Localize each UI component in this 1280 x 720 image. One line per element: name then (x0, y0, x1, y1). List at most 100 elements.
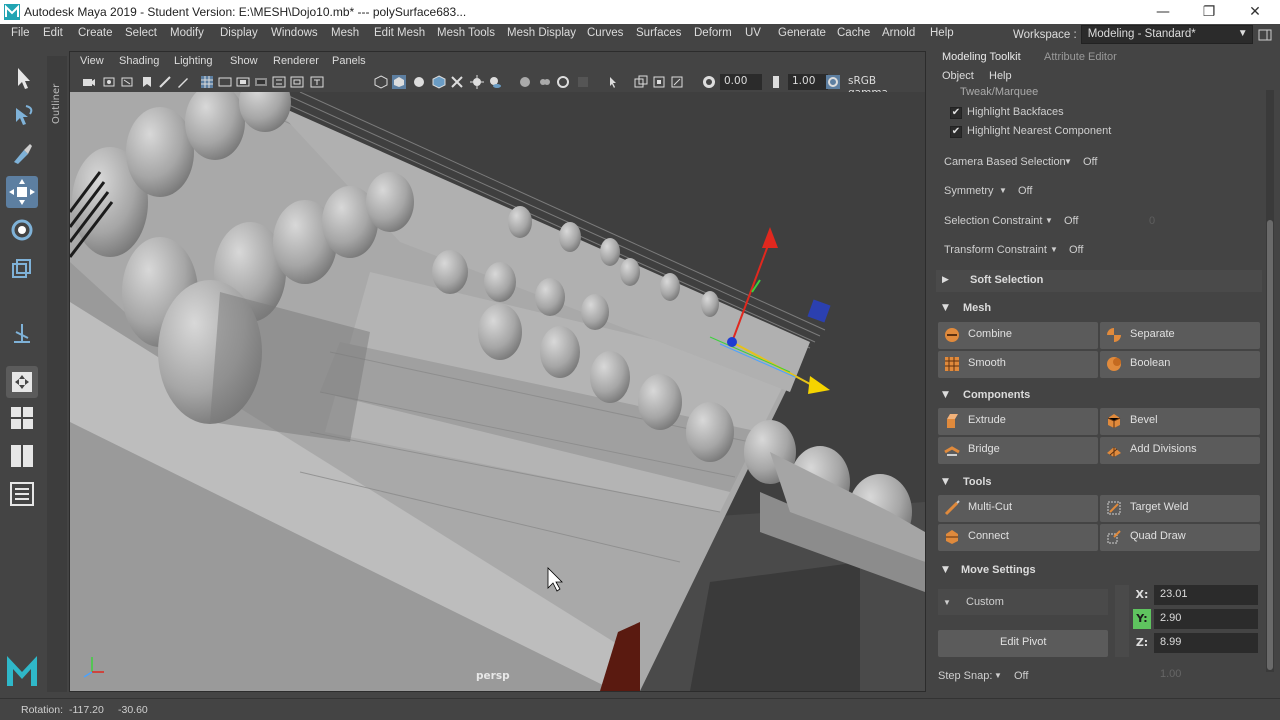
exposure-icon[interactable] (702, 75, 716, 89)
two-view-layout[interactable] (6, 440, 38, 472)
four-view-layout[interactable] (6, 402, 38, 434)
multi-cut-button[interactable]: Multi-Cut (938, 495, 1098, 522)
separate-button[interactable]: Separate (1100, 322, 1260, 349)
tools-section-header[interactable]: ▼ Tools (936, 472, 1262, 494)
move-settings-section-header[interactable]: ▼ Move Settings (936, 560, 1262, 582)
menu-deform[interactable]: Deform (694, 27, 732, 39)
vp-menu-shading[interactable]: Shading (119, 55, 159, 67)
add-divisions-button[interactable]: Add Divisions (1100, 437, 1260, 464)
combine-button[interactable]: Combine (938, 322, 1098, 349)
x-value-field[interactable]: 23.01 (1154, 585, 1258, 605)
panel-scrollbar[interactable] (1266, 90, 1274, 672)
bookmark-icon[interactable] (120, 75, 134, 89)
selection-constraint-label[interactable]: Selection Constraint (944, 215, 1042, 227)
safe-action-icon[interactable] (290, 75, 304, 89)
components-section-header[interactable]: ▼ Components (936, 385, 1262, 407)
highlight-nearest-checkbox[interactable]: ✔ (950, 126, 962, 138)
menu-windows[interactable]: Windows (271, 27, 318, 39)
select-tool[interactable] (6, 62, 38, 94)
single-view-layout[interactable] (6, 366, 38, 398)
soft-selection-header[interactable]: ▶ Soft Selection (936, 270, 1262, 292)
tab-modeling-toolkit[interactable]: Modeling Toolkit (942, 51, 1021, 63)
menu-modify[interactable]: Modify (170, 27, 204, 39)
default-material-icon[interactable] (412, 75, 426, 89)
paint-select-tool[interactable] (6, 138, 38, 170)
wireframe-icon[interactable] (374, 75, 388, 89)
camera-icon[interactable] (82, 75, 96, 89)
chevron-down-icon[interactable]: ▼ (1050, 245, 1058, 254)
color-management-icon[interactable] (826, 75, 840, 89)
viewport-scene[interactable] (70, 92, 925, 691)
tweak-marquee-label[interactable]: Tweak/Marquee (960, 86, 1038, 98)
target-weld-button[interactable]: Target Weld (1100, 495, 1260, 522)
mesh-section-header[interactable]: ▼ Mesh (936, 298, 1262, 320)
menu-generate[interactable]: Generate (778, 27, 826, 39)
vp-menu-panels[interactable]: Panels (332, 55, 366, 67)
gamma-icon[interactable] (772, 75, 786, 89)
z-value-field[interactable]: 8.99 (1154, 633, 1258, 653)
grease-pencil-icon[interactable] (176, 75, 190, 89)
shadows-icon[interactable] (488, 75, 502, 89)
chevron-down-icon[interactable]: ▼ (999, 186, 1007, 195)
bridge-button[interactable]: Bridge (938, 437, 1098, 464)
view-transform-field[interactable]: sRGB gamma (844, 74, 922, 99)
safe-title-icon[interactable] (310, 75, 324, 89)
menu-surfaces[interactable]: Surfaces (636, 27, 681, 39)
xray-active-icon[interactable] (652, 75, 666, 89)
workspace-selector[interactable]: Workspace : Modeling - Standard* ▼ (1013, 25, 1253, 44)
xray-joints-icon[interactable] (634, 75, 648, 89)
smooth-shade-icon[interactable] (392, 75, 406, 89)
gamma-field[interactable]: 1.00 (788, 74, 828, 90)
menu-mesh[interactable]: Mesh (331, 27, 359, 39)
menu-edit-mesh[interactable]: Edit Mesh (374, 27, 425, 39)
outliner-layout[interactable] (6, 478, 38, 510)
isolate-select-icon[interactable] (606, 75, 620, 89)
anti-aliasing-icon[interactable] (556, 75, 570, 89)
scale-tool[interactable] (6, 252, 38, 284)
vp-menu-view[interactable]: View (80, 55, 104, 67)
camera-2d-icon[interactable] (158, 75, 172, 89)
quad-draw-button[interactable]: Quad Draw (1100, 524, 1260, 551)
edit-pivot-button[interactable]: Edit Pivot (938, 630, 1108, 657)
menu-cache[interactable]: Cache (837, 27, 870, 39)
xray-icon[interactable] (450, 75, 464, 89)
resolution-gate-icon[interactable] (236, 75, 250, 89)
menu-arnold[interactable]: Arnold (882, 27, 915, 39)
screen-space-ao-icon[interactable] (518, 75, 532, 89)
film-gate-icon[interactable] (218, 75, 232, 89)
camera-attr-icon[interactable] (102, 75, 116, 89)
chevron-down-icon[interactable]: ▼ (1045, 216, 1053, 225)
smooth-button[interactable]: Smooth (938, 351, 1098, 378)
close-button[interactable]: ✕ (1232, 0, 1278, 24)
move-tool[interactable] (6, 176, 38, 208)
camera-based-selection-label[interactable]: Camera Based Selection (944, 156, 1066, 168)
menu-object[interactable]: Object (942, 70, 974, 82)
transform-constraint-label[interactable]: Transform Constraint (944, 244, 1047, 256)
maximize-button[interactable]: ❐ (1186, 0, 1232, 24)
menu-mesh-display[interactable]: Mesh Display (507, 27, 576, 39)
chevron-down-icon[interactable]: ▼ (994, 671, 1002, 680)
symmetry-label[interactable]: Symmetry (944, 185, 994, 197)
wireframe-on-shaded-icon[interactable] (432, 75, 446, 89)
gate-mask-icon[interactable] (254, 75, 268, 89)
extrude-button[interactable]: Extrude (938, 408, 1098, 435)
highlight-backfaces-checkbox[interactable]: ✔ (950, 107, 962, 119)
boolean-button[interactable]: Boolean (1100, 351, 1260, 378)
motion-blur-icon[interactable] (538, 75, 552, 89)
depth-of-field-icon[interactable] (576, 75, 590, 89)
viewport-panel[interactable]: View Shading Lighting Show Renderer Pane… (69, 51, 926, 692)
menu-uv[interactable]: UV (745, 27, 761, 39)
vp-menu-show[interactable]: Show (230, 55, 258, 67)
workspace-dropdown[interactable]: Modeling - Standard* ▼ (1080, 25, 1253, 44)
image-plane-icon[interactable] (140, 75, 154, 89)
grid-icon[interactable] (200, 75, 214, 89)
menu-edit[interactable]: Edit (43, 27, 63, 39)
minimize-button[interactable]: — (1140, 0, 1186, 24)
lasso-tool[interactable] (6, 100, 38, 132)
step-snap-value[interactable]: Off (1014, 670, 1028, 682)
menu-select[interactable]: Select (125, 27, 157, 39)
panel-toggle-icon[interactable] (1258, 28, 1272, 42)
exposure-field[interactable]: 0.00 (720, 74, 762, 90)
menu-create[interactable]: Create (78, 27, 113, 39)
tab-attribute-editor[interactable]: Attribute Editor (1044, 51, 1117, 63)
